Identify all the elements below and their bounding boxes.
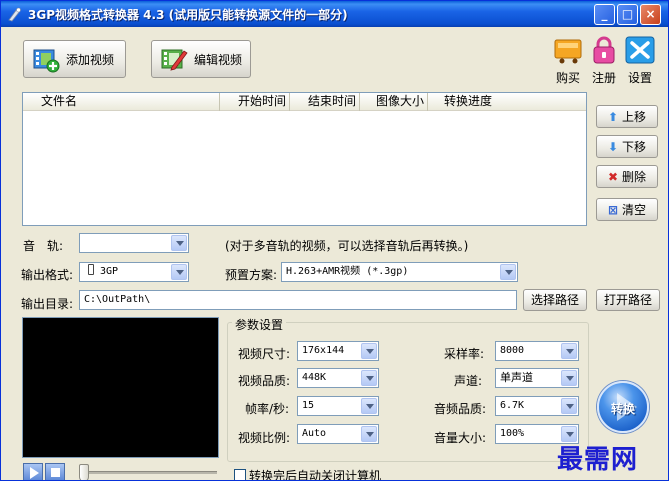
add-video-button[interactable]: 添加视频 bbox=[23, 40, 126, 78]
convert-label: 转换 bbox=[610, 402, 635, 416]
col-filename[interactable]: 文件名 bbox=[23, 93, 220, 111]
video-quality-value: 448K bbox=[302, 372, 327, 383]
arrow-down-icon: ⬇ bbox=[607, 139, 619, 154]
edit-video-button[interactable]: 编辑视频 bbox=[151, 40, 251, 78]
window-title: 3GP视频格式转换器 4.3 (试用版只能转换源文件的一部分) bbox=[28, 8, 348, 22]
chevron-down-icon[interactable] bbox=[361, 426, 377, 442]
move-up-button[interactable]: ⬆ 上移 bbox=[596, 105, 658, 128]
aspect-ratio-label: 视频比例: bbox=[238, 431, 291, 445]
maximize-button[interactable]: □ bbox=[617, 4, 638, 25]
seek-slider-handle[interactable] bbox=[79, 464, 89, 480]
tools-icon[interactable] bbox=[624, 36, 656, 64]
frame-rate-select[interactable]: 15 bbox=[297, 396, 379, 416]
play-button[interactable] bbox=[23, 463, 43, 480]
params-title: 参数设置 bbox=[232, 316, 287, 333]
video-size-select[interactable]: 176x144 bbox=[297, 341, 379, 361]
chevron-down-icon[interactable] bbox=[171, 235, 187, 251]
output-dir-input[interactable]: C:\OutPath\ bbox=[79, 290, 517, 310]
close-button[interactable]: × bbox=[640, 4, 661, 25]
col-progress[interactable]: 转换进度 bbox=[428, 93, 498, 111]
chevron-down-icon[interactable] bbox=[561, 398, 577, 414]
app-window: 3GP视频格式转换器 4.3 (试用版只能转换源文件的一部分) _ □ × 添加… bbox=[0, 0, 669, 481]
edit-video-label: 编辑视频 bbox=[194, 52, 243, 67]
chevron-down-icon[interactable] bbox=[361, 398, 377, 414]
video-preview bbox=[22, 317, 219, 458]
channel-label: 声道: bbox=[454, 374, 483, 388]
aspect-ratio-select[interactable]: Auto bbox=[297, 424, 379, 444]
audio-quality-label: 音频品质: bbox=[434, 402, 487, 416]
audio-quality-select[interactable]: 6.7K bbox=[495, 396, 579, 416]
col-end-time[interactable]: 结束时间 bbox=[290, 93, 360, 111]
frame-rate-label: 帧率/秒: bbox=[245, 402, 290, 416]
sample-rate-value: 8000 bbox=[500, 345, 525, 356]
volume-value: 100% bbox=[500, 428, 525, 439]
settings-label[interactable]: 设置 bbox=[620, 69, 660, 86]
move-down-label: 下移 bbox=[622, 140, 647, 154]
watermark-logo: 最需网 bbox=[557, 445, 639, 475]
audio-track-label: 音 轨: bbox=[23, 239, 64, 253]
delete-x-icon: ✖ bbox=[607, 169, 619, 184]
preset-label: 预置方案: bbox=[225, 268, 278, 282]
shutdown-checkbox[interactable] bbox=[234, 469, 246, 480]
add-film-icon bbox=[33, 49, 60, 73]
clear-list-icon: ⊠ bbox=[607, 202, 619, 217]
chevron-down-icon[interactable] bbox=[361, 343, 377, 359]
seek-track[interactable] bbox=[85, 471, 217, 474]
frame-rate-value: 15 bbox=[302, 400, 315, 411]
chevron-down-icon[interactable] bbox=[361, 370, 377, 386]
move-up-label: 上移 bbox=[622, 110, 647, 124]
col-image-size[interactable]: 图像大小 bbox=[360, 93, 428, 111]
sample-rate-select[interactable]: 8000 bbox=[495, 341, 579, 361]
video-quality-label: 视频品质: bbox=[238, 374, 291, 388]
delete-button[interactable]: ✖ 删除 bbox=[596, 165, 658, 188]
register-label[interactable]: 注册 bbox=[584, 69, 624, 86]
chevron-down-icon[interactable] bbox=[171, 264, 187, 280]
output-format-value: 3GP bbox=[100, 266, 119, 277]
app-icon bbox=[8, 7, 21, 22]
lock-icon[interactable] bbox=[588, 36, 620, 64]
title-bar[interactable]: 3GP视频格式转换器 4.3 (试用版只能转换源文件的一部分) _ □ × bbox=[1, 1, 668, 27]
move-down-button[interactable]: ⬇ 下移 bbox=[596, 135, 658, 158]
video-quality-select[interactable]: 448K bbox=[297, 368, 379, 388]
edit-film-icon bbox=[161, 49, 188, 71]
output-dir-label: 输出目录: bbox=[21, 297, 74, 311]
add-video-label: 添加视频 bbox=[66, 52, 115, 67]
video-size-label: 视频尺寸: bbox=[238, 347, 291, 361]
chevron-down-icon[interactable] bbox=[561, 343, 577, 359]
channel-select[interactable]: 单声道 bbox=[495, 368, 579, 388]
open-path-button[interactable]: 打开路径 bbox=[596, 289, 660, 311]
file-list-header: 文件名 开始时间 结束时间 图像大小 转换进度 bbox=[23, 93, 586, 111]
cart-icon[interactable] bbox=[552, 36, 584, 64]
volume-label: 音量大小: bbox=[434, 431, 487, 445]
delete-label: 删除 bbox=[622, 170, 647, 184]
output-format-label: 输出格式: bbox=[21, 268, 74, 282]
minimize-button[interactable]: _ bbox=[594, 4, 615, 25]
chevron-down-icon[interactable] bbox=[561, 370, 577, 386]
col-start-time[interactable]: 开始时间 bbox=[220, 93, 290, 111]
clear-button[interactable]: ⊠ 清空 bbox=[596, 198, 658, 221]
output-format-select[interactable]: 3GP bbox=[79, 262, 189, 282]
arrow-up-icon: ⬆ bbox=[607, 109, 619, 124]
clear-label: 清空 bbox=[622, 203, 647, 217]
chevron-down-icon[interactable] bbox=[500, 264, 516, 280]
video-size-value: 176x144 bbox=[302, 345, 345, 356]
choose-path-button[interactable]: 选择路径 bbox=[523, 289, 587, 311]
channel-value: 单声道 bbox=[500, 371, 533, 384]
audio-track-select[interactable] bbox=[79, 233, 189, 253]
file-list[interactable]: 文件名 开始时间 结束时间 图像大小 转换进度 bbox=[22, 92, 587, 226]
convert-button[interactable]: 转换 bbox=[597, 381, 649, 433]
audio-quality-value: 6.7K bbox=[500, 400, 525, 411]
audio-track-hint: (对于多音轨的视频，可以选择音轨后再转换。) bbox=[225, 239, 469, 253]
sample-rate-label: 采样率: bbox=[444, 347, 485, 361]
stop-button[interactable] bbox=[45, 463, 65, 480]
preset-select[interactable]: H.263+AMR视频 (*.3gp) bbox=[281, 262, 518, 282]
preset-value: H.263+AMR视频 (*.3gp) bbox=[286, 266, 409, 277]
aspect-ratio-value: Auto bbox=[302, 428, 327, 439]
shutdown-label[interactable]: 转换完后自动关闭计算机 bbox=[249, 467, 381, 480]
buy-label[interactable]: 购买 bbox=[548, 69, 588, 86]
phone-icon bbox=[88, 264, 94, 275]
